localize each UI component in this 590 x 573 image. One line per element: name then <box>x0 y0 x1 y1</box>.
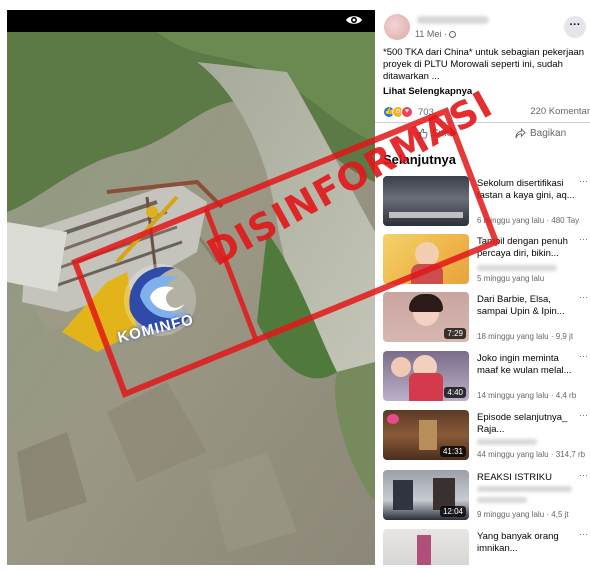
post-header: 11 Mei · ··· <box>375 10 590 52</box>
up-next-heading: Selanjutnya <box>383 152 456 167</box>
share-button[interactable]: Bagikan <box>515 128 566 139</box>
suggested-video-channel-redacted <box>477 265 557 271</box>
thumbs-up-icon <box>417 128 428 139</box>
suggested-video[interactable]: 7:29 Dari Barbie, Elsa, sampai Upin & Ip… <box>383 292 590 342</box>
suggested-video-channel-redacted <box>477 497 527 503</box>
suggested-video-meta: 5 minggu yang lalu <box>477 274 545 283</box>
globe-icon <box>448 31 456 38</box>
author-name-redacted <box>417 16 489 24</box>
video-thumbnail: 41:31 <box>383 410 469 460</box>
eye-icon[interactable] <box>345 13 363 27</box>
suggested-video[interactable]: 4:40 Joko ingin meminta maaf ke wulan me… <box>383 351 590 401</box>
suggested-video-title: REAKSI ISTRIKU <box>477 472 552 483</box>
video-duration: 4:40 <box>444 387 466 398</box>
suggested-video[interactable]: 41:31 Episode selanjutnya_ Raja... 44 mi… <box>383 410 590 460</box>
video-thumbnail <box>383 529 469 565</box>
love-reaction-icon: ♥ <box>401 106 413 118</box>
suggested-video-meta: 14 minggu yang lalu · 4,4 rb <box>477 391 577 400</box>
video-player[interactable] <box>7 10 375 565</box>
suggested-video[interactable]: Yang banyak orang imnikan... ··· <box>383 529 590 565</box>
suggested-video[interactable]: Tampil dengan penuh percaya diri, bikin.… <box>383 234 590 284</box>
suggested-video-meta: 44 minggu yang lalu · 314,7 rb <box>477 450 586 459</box>
like-label: Suka <box>432 128 455 139</box>
video-duration: 7:29 <box>444 328 466 339</box>
suggested-video-title: Tampil dengan penuh percaya diri, bikin.… <box>477 236 568 259</box>
video-duration: 41:31 <box>439 446 466 457</box>
suggested-video-meta: 18 minggu yang lalu · 9,9 jt <box>477 332 574 341</box>
more-dots-icon[interactable]: ··· <box>579 410 588 420</box>
suggested-video-title: Episode selanjutnya_ Raja... <box>477 412 568 435</box>
share-icon <box>515 128 526 139</box>
post-sidebar: 11 Mei · ··· *500 TKA dari China* untuk … <box>375 10 590 565</box>
video-thumbnail: 12:04 <box>383 470 469 520</box>
video-frame-cliff-scene <box>7 32 375 565</box>
suggested-video-title: Sekolum disertifikasi tastan a kaya gini… <box>477 178 575 201</box>
suggested-video-title: Dari Barbie, Elsa, sampai Upin & Ipin... <box>477 294 565 317</box>
suggested-video-title: Joko ingin meminta maaf ke wulan melal..… <box>477 353 572 376</box>
post-timestamp[interactable]: 11 Mei · <box>415 29 456 39</box>
reaction-count: 703 <box>418 106 434 118</box>
suggested-video-meta: 6 minggu yang lalu · 480 Tay <box>477 216 580 225</box>
suggested-video-meta: 9 minggu yang lalu · 4,5 jt <box>477 510 569 519</box>
post-actions: Suka Bagikan <box>375 122 590 144</box>
video-thumbnail <box>383 176 469 226</box>
post-text: *500 TKA dari China* untuk sebagian peke… <box>383 47 585 82</box>
suggested-video-channel-redacted <box>477 486 572 492</box>
avatar[interactable] <box>384 14 410 40</box>
video-thumbnail: 4:40 <box>383 351 469 401</box>
more-options-button[interactable]: ··· <box>564 16 586 38</box>
video-top-bar <box>7 10 375 32</box>
suggested-video-channel-redacted <box>477 439 537 445</box>
more-dots-icon[interactable]: ··· <box>579 292 588 302</box>
more-dots-icon[interactable]: ··· <box>579 529 588 539</box>
more-dots-icon[interactable]: ··· <box>579 351 588 361</box>
more-dots-icon[interactable]: ··· <box>579 234 588 244</box>
video-duration: 12:04 <box>439 506 466 517</box>
comment-count[interactable]: 220 Komentar <box>530 106 590 117</box>
suggested-video-title: Yang banyak orang imnikan... <box>477 531 559 554</box>
suggested-video[interactable]: 12:04 REAKSI ISTRIKU 9 minggu yang lalu … <box>383 470 590 520</box>
post-time-text: 11 Mei · <box>415 29 447 39</box>
share-label: Bagikan <box>530 128 567 139</box>
see-more-link[interactable]: Lihat Selengkapnya <box>383 86 472 97</box>
video-thumbnail <box>383 234 469 284</box>
video-thumbnail: 7:29 <box>383 292 469 342</box>
like-button[interactable]: Suka <box>417 128 455 139</box>
more-dots-icon[interactable]: ··· <box>579 470 588 480</box>
more-dots-icon[interactable]: ··· <box>579 176 588 186</box>
suggested-video[interactable]: Sekolum disertifikasi tastan a kaya gini… <box>383 176 590 226</box>
reactions-summary[interactable]: 👍 o ♥ 703 <box>383 105 434 119</box>
